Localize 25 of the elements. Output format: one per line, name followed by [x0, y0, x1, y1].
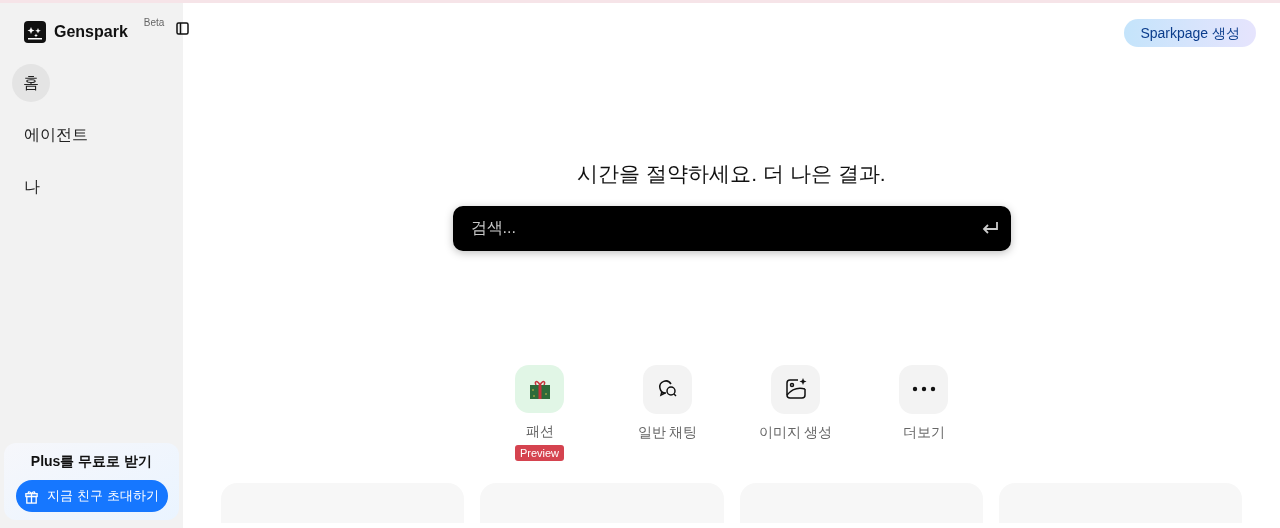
- more-icon: [911, 386, 936, 392]
- headline: 시간을 절약하세요. 더 나은 결과.: [576, 161, 887, 187]
- logo-text: Genspark: [54, 22, 128, 42]
- sidebar-item[interactable]: 나: [12, 168, 40, 206]
- promo-title: Plus를 무료로 받기: [30, 452, 153, 471]
- sidebar-item[interactable]: 에이전트: [12, 116, 88, 154]
- search-field[interactable]: 검색...: [452, 205, 1011, 251]
- action-label[interactable]: 패션: [525, 420, 554, 442]
- sidebar-item[interactable]: 홈: [12, 64, 50, 102]
- action-tile[interactable]: [771, 364, 820, 414]
- preview-badge: Preview: [514, 444, 565, 461]
- beta-label: Beta: [143, 16, 165, 30]
- invite-button[interactable]: 지금 친구 초대하기: [15, 480, 168, 512]
- logo-icon: [24, 20, 46, 43]
- sidebar-toggle-icon[interactable]: [176, 22, 190, 35]
- enter-icon[interactable]: [980, 219, 999, 236]
- sparkpage-button[interactable]: Sparkpage 생성: [1124, 19, 1256, 47]
- action-tile[interactable]: [515, 364, 564, 413]
- action-label[interactable]: 더보기: [902, 421, 945, 443]
- action-label[interactable]: 일반 채팅: [637, 421, 698, 443]
- gift-icon: [24, 488, 40, 504]
- action-tile[interactable]: [899, 364, 948, 414]
- action-tile[interactable]: [643, 364, 692, 414]
- image-sparkle-icon: [783, 377, 808, 401]
- action-label[interactable]: 이미지 생성: [758, 421, 833, 443]
